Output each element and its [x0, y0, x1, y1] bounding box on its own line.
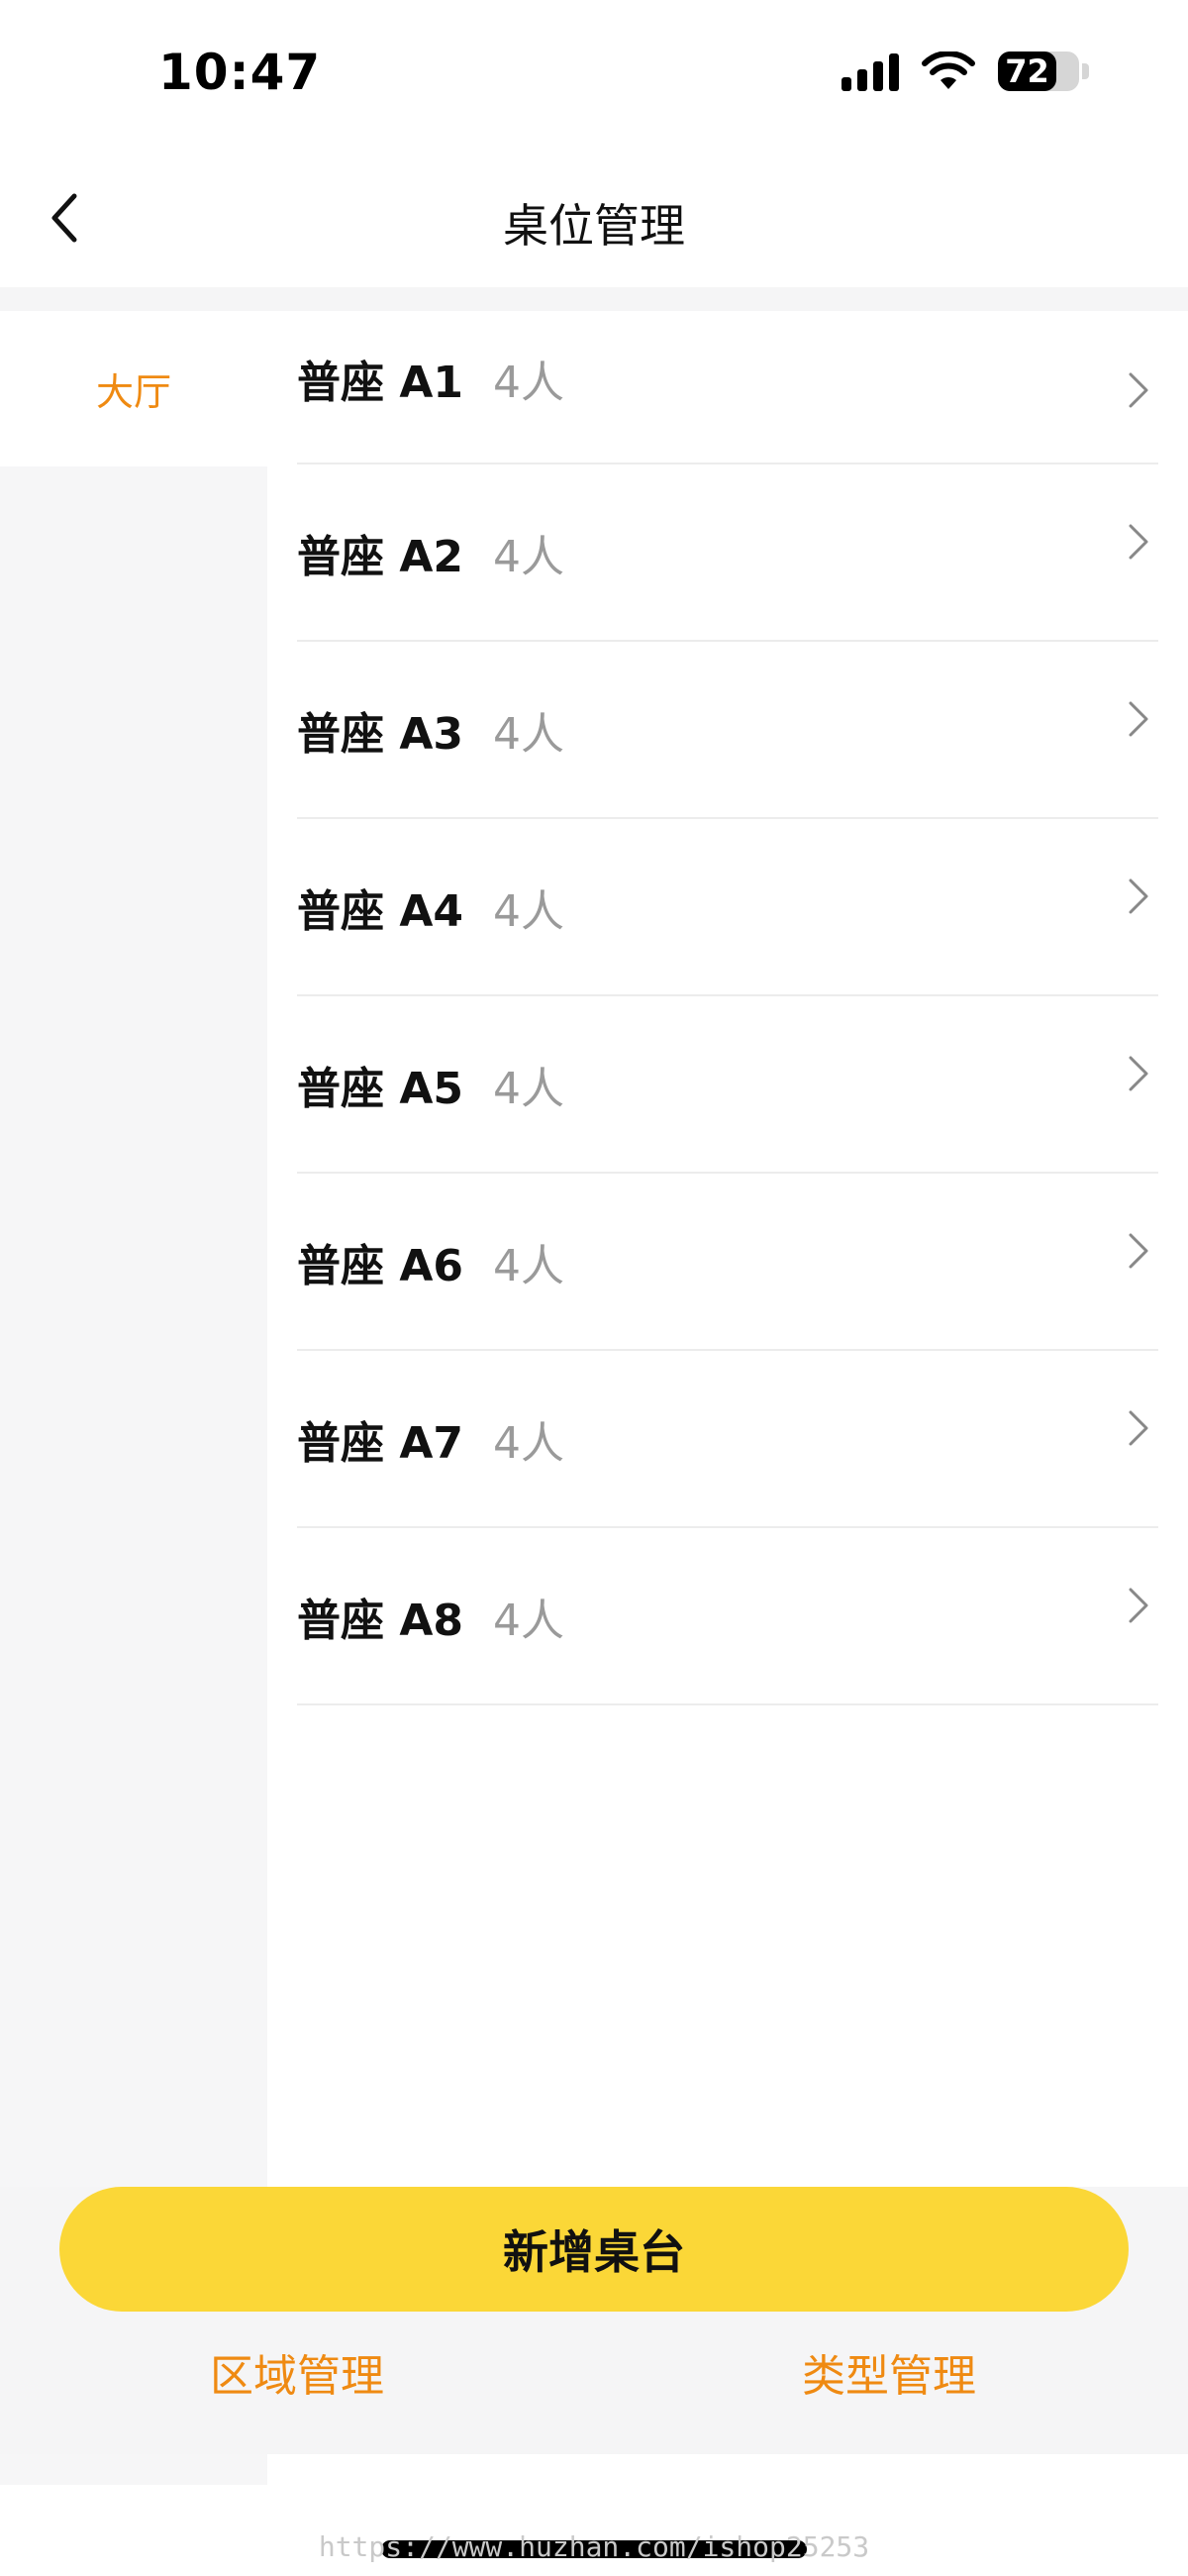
table-capacity: 4人 — [493, 1417, 564, 1469]
area-sidebar: 大厅 — [0, 311, 267, 2485]
battery-percentage: 72 — [1005, 52, 1049, 90]
table-name: 普座 A6 — [297, 1240, 463, 1291]
status-bar: 10:47 72 — [0, 0, 1188, 149]
battery-icon: 72 — [998, 52, 1079, 91]
table-list: 普座 A1 4人 普座 A2 4人 普座 A3 4人 普座 A4 4人 普座 A… — [297, 311, 1158, 1705]
status-icons: 72 — [842, 52, 1089, 91]
table-row[interactable]: 普座 A4 4人 — [297, 819, 1158, 996]
table-capacity: 4人 — [493, 885, 564, 937]
table-name: 普座 A5 — [297, 1063, 463, 1114]
type-manage-link[interactable]: 类型管理 — [802, 2340, 976, 2404]
navigation-bar: 桌位管理 — [0, 149, 1188, 287]
chevron-right-icon — [1129, 1410, 1148, 1446]
table-name: 普座 A8 — [297, 1595, 463, 1646]
add-table-button[interactable]: 新增桌台 — [59, 2187, 1129, 2312]
chevron-right-icon — [1129, 1056, 1148, 1091]
sidebar-item-hall[interactable]: 大厅 — [0, 311, 267, 466]
table-capacity: 4人 — [493, 1240, 564, 1291]
table-name: 普座 A3 — [297, 708, 463, 760]
table-row[interactable]: 普座 A8 4人 — [297, 1528, 1158, 1705]
table-capacity: 4人 — [493, 1595, 564, 1646]
bottom-action-area: 新增桌台 区域管理 类型管理 — [0, 2187, 1188, 2454]
chevron-right-icon — [1129, 1233, 1148, 1269]
table-row[interactable]: 普座 A5 4人 — [297, 996, 1158, 1174]
chevron-right-icon — [1129, 524, 1148, 560]
table-row[interactable]: 普座 A6 4人 — [297, 1174, 1158, 1351]
table-capacity: 4人 — [493, 531, 564, 582]
table-name: 普座 A7 — [297, 1417, 463, 1469]
status-time: 10:47 — [158, 44, 322, 101]
chevron-right-icon — [1129, 878, 1148, 914]
page-title: 桌位管理 — [503, 199, 685, 253]
chevron-right-icon — [1129, 1588, 1148, 1623]
table-capacity: 4人 — [493, 708, 564, 760]
table-row[interactable]: 普座 A2 4人 — [297, 464, 1158, 642]
cellular-signal-icon — [842, 52, 899, 91]
table-name: 普座 A2 — [297, 531, 463, 582]
table-name: 普座 A4 — [297, 885, 463, 937]
watermark: https://www.huzhan.com/ishop25253 — [318, 2530, 870, 2563]
divider-band — [0, 287, 1188, 311]
area-manage-link[interactable]: 区域管理 — [210, 2340, 384, 2404]
wifi-icon — [922, 52, 975, 89]
table-name: 普座 A1 — [297, 358, 463, 408]
chevron-right-icon — [1129, 372, 1148, 408]
table-capacity: 4人 — [493, 1063, 564, 1114]
table-row[interactable]: 普座 A7 4人 — [297, 1351, 1158, 1528]
table-row[interactable]: 普座 A3 4人 — [297, 642, 1158, 819]
table-row[interactable]: 普座 A1 4人 — [297, 311, 1158, 464]
chevron-right-icon — [1129, 701, 1148, 737]
table-capacity: 4人 — [493, 358, 564, 408]
